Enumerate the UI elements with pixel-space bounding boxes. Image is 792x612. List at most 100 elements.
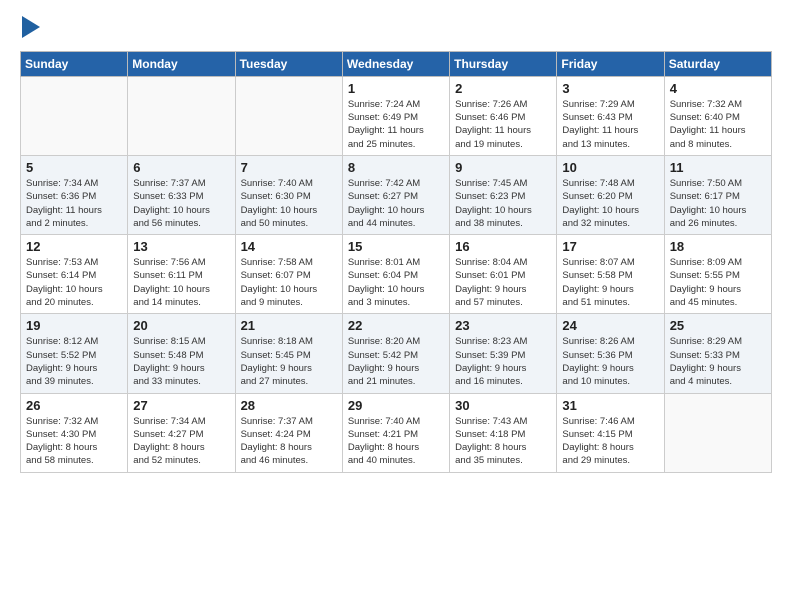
day-number: 10 (562, 160, 658, 175)
calendar-cell (235, 76, 342, 155)
day-info: Sunrise: 7:48 AMSunset: 6:20 PMDaylight:… (562, 177, 658, 230)
calendar-cell (664, 393, 771, 472)
day-info: Sunrise: 7:46 AMSunset: 4:15 PMDaylight:… (562, 415, 658, 468)
logo-block (20, 16, 40, 43)
calendar-cell: 31 Sunrise: 7:46 AMSunset: 4:15 PMDayligh… (557, 393, 664, 472)
calendar-cell: 21 Sunrise: 8:18 AMSunset: 5:45 PMDayligh… (235, 314, 342, 393)
day-info: Sunrise: 7:34 AMSunset: 6:36 PMDaylight:… (26, 177, 122, 230)
calendar-cell: 4 Sunrise: 7:32 AMSunset: 6:40 PMDaylight… (664, 76, 771, 155)
day-number: 8 (348, 160, 444, 175)
week-row-4: 19 Sunrise: 8:12 AMSunset: 5:52 PMDayligh… (21, 314, 772, 393)
day-info: Sunrise: 7:53 AMSunset: 6:14 PMDaylight:… (26, 256, 122, 309)
day-info: Sunrise: 8:26 AMSunset: 5:36 PMDaylight:… (562, 335, 658, 388)
calendar-cell: 11 Sunrise: 7:50 AMSunset: 6:17 PMDayligh… (664, 155, 771, 234)
day-info: Sunrise: 8:01 AMSunset: 6:04 PMDaylight:… (348, 256, 444, 309)
weekday-header-row: SundayMondayTuesdayWednesdayThursdayFrid… (21, 51, 772, 76)
calendar-cell: 30 Sunrise: 7:43 AMSunset: 4:18 PMDayligh… (450, 393, 557, 472)
weekday-header-tuesday: Tuesday (235, 51, 342, 76)
calendar-cell: 15 Sunrise: 8:01 AMSunset: 6:04 PMDayligh… (342, 235, 449, 314)
calendar-cell: 10 Sunrise: 7:48 AMSunset: 6:20 PMDayligh… (557, 155, 664, 234)
week-row-5: 26 Sunrise: 7:32 AMSunset: 4:30 PMDayligh… (21, 393, 772, 472)
day-number: 11 (670, 160, 766, 175)
day-number: 31 (562, 398, 658, 413)
day-number: 22 (348, 318, 444, 333)
day-number: 18 (670, 239, 766, 254)
day-number: 20 (133, 318, 229, 333)
day-info: Sunrise: 8:12 AMSunset: 5:52 PMDaylight:… (26, 335, 122, 388)
calendar-cell: 20 Sunrise: 8:15 AMSunset: 5:48 PMDayligh… (128, 314, 235, 393)
day-number: 16 (455, 239, 551, 254)
header (20, 16, 772, 43)
day-number: 3 (562, 81, 658, 96)
weekday-header-friday: Friday (557, 51, 664, 76)
day-number: 30 (455, 398, 551, 413)
day-number: 14 (241, 239, 337, 254)
page: SundayMondayTuesdayWednesdayThursdayFrid… (0, 0, 792, 612)
calendar-cell: 19 Sunrise: 8:12 AMSunset: 5:52 PMDayligh… (21, 314, 128, 393)
day-number: 6 (133, 160, 229, 175)
day-info: Sunrise: 7:40 AMSunset: 4:21 PMDaylight:… (348, 415, 444, 468)
day-number: 15 (348, 239, 444, 254)
calendar-cell: 9 Sunrise: 7:45 AMSunset: 6:23 PMDaylight… (450, 155, 557, 234)
day-number: 28 (241, 398, 337, 413)
day-info: Sunrise: 7:43 AMSunset: 4:18 PMDaylight:… (455, 415, 551, 468)
day-info: Sunrise: 7:32 AMSunset: 6:40 PMDaylight:… (670, 98, 766, 151)
day-number: 27 (133, 398, 229, 413)
calendar-cell: 18 Sunrise: 8:09 AMSunset: 5:55 PMDayligh… (664, 235, 771, 314)
day-info: Sunrise: 7:32 AMSunset: 4:30 PMDaylight:… (26, 415, 122, 468)
calendar-table: SundayMondayTuesdayWednesdayThursdayFrid… (20, 51, 772, 473)
day-number: 9 (455, 160, 551, 175)
calendar-cell: 29 Sunrise: 7:40 AMSunset: 4:21 PMDayligh… (342, 393, 449, 472)
day-info: Sunrise: 7:37 AMSunset: 6:33 PMDaylight:… (133, 177, 229, 230)
day-number: 2 (455, 81, 551, 96)
calendar-cell: 16 Sunrise: 8:04 AMSunset: 6:01 PMDayligh… (450, 235, 557, 314)
day-info: Sunrise: 7:56 AMSunset: 6:11 PMDaylight:… (133, 256, 229, 309)
calendar-cell: 7Sunrise: 7:40 AMSunset: 6:30 PMDaylight… (235, 155, 342, 234)
calendar-cell: 1 Sunrise: 7:24 AMSunset: 6:49 PMDaylight… (342, 76, 449, 155)
day-info: Sunrise: 7:24 AMSunset: 6:49 PMDaylight:… (348, 98, 444, 151)
calendar-cell: 8 Sunrise: 7:42 AMSunset: 6:27 PMDaylight… (342, 155, 449, 234)
calendar-cell: 27 Sunrise: 7:34 AMSunset: 4:27 PMDayligh… (128, 393, 235, 472)
logo-triangle-icon (22, 16, 40, 38)
calendar-cell (21, 76, 128, 155)
day-info: Sunrise: 7:58 AMSunset: 6:07 PMDaylight:… (241, 256, 337, 309)
calendar-cell: 3Sunrise: 7:29 AMSunset: 6:43 PMDaylight… (557, 76, 664, 155)
calendar-cell: 12Sunrise: 7:53 AMSunset: 6:14 PMDayligh… (21, 235, 128, 314)
day-number: 1 (348, 81, 444, 96)
day-number: 24 (562, 318, 658, 333)
day-info: Sunrise: 7:42 AMSunset: 6:27 PMDaylight:… (348, 177, 444, 230)
day-info: Sunrise: 8:18 AMSunset: 5:45 PMDaylight:… (241, 335, 337, 388)
day-info: Sunrise: 7:50 AMSunset: 6:17 PMDaylight:… (670, 177, 766, 230)
day-info: Sunrise: 7:40 AMSunset: 6:30 PMDaylight:… (241, 177, 337, 230)
day-number: 21 (241, 318, 337, 333)
calendar-cell: 26 Sunrise: 7:32 AMSunset: 4:30 PMDayligh… (21, 393, 128, 472)
weekday-header-saturday: Saturday (664, 51, 771, 76)
day-info: Sunrise: 8:04 AMSunset: 6:01 PMDaylight:… (455, 256, 551, 309)
day-info: Sunrise: 8:20 AMSunset: 5:42 PMDaylight:… (348, 335, 444, 388)
day-info: Sunrise: 8:15 AMSunset: 5:48 PMDaylight:… (133, 335, 229, 388)
day-info: Sunrise: 7:34 AMSunset: 4:27 PMDaylight:… (133, 415, 229, 468)
calendar-cell: 23 Sunrise: 8:23 AMSunset: 5:39 PMDayligh… (450, 314, 557, 393)
week-row-2: 5Sunrise: 7:34 AMSunset: 6:36 PMDaylight… (21, 155, 772, 234)
calendar-cell: 25Sunrise: 8:29 AMSunset: 5:33 PMDayligh… (664, 314, 771, 393)
day-info: Sunrise: 8:07 AMSunset: 5:58 PMDaylight:… (562, 256, 658, 309)
day-info: Sunrise: 8:23 AMSunset: 5:39 PMDaylight:… (455, 335, 551, 388)
day-number: 23 (455, 318, 551, 333)
day-number: 13 (133, 239, 229, 254)
weekday-header-thursday: Thursday (450, 51, 557, 76)
calendar-cell: 14 Sunrise: 7:58 AMSunset: 6:07 PMDayligh… (235, 235, 342, 314)
day-info: Sunrise: 7:45 AMSunset: 6:23 PMDaylight:… (455, 177, 551, 230)
day-info: Sunrise: 8:09 AMSunset: 5:55 PMDaylight:… (670, 256, 766, 309)
calendar-cell: 13 Sunrise: 7:56 AMSunset: 6:11 PMDayligh… (128, 235, 235, 314)
day-number: 19 (26, 318, 122, 333)
calendar-cell: 24 Sunrise: 8:26 AMSunset: 5:36 PMDayligh… (557, 314, 664, 393)
logo (20, 16, 40, 43)
calendar-cell (128, 76, 235, 155)
day-number: 4 (670, 81, 766, 96)
day-info: Sunrise: 7:26 AMSunset: 6:46 PMDaylight:… (455, 98, 551, 151)
day-number: 29 (348, 398, 444, 413)
weekday-header-sunday: Sunday (21, 51, 128, 76)
weekday-header-wednesday: Wednesday (342, 51, 449, 76)
day-number: 26 (26, 398, 122, 413)
day-info: Sunrise: 7:37 AMSunset: 4:24 PMDaylight:… (241, 415, 337, 468)
